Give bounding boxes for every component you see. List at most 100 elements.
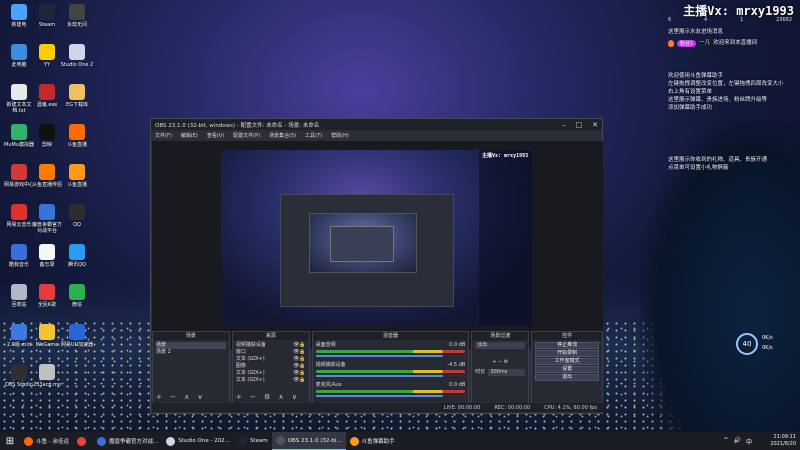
- visibility-lock-icon[interactable]: 👁🔒: [293, 356, 306, 363]
- desktop-icon[interactable]: 斗鱼直播: [60, 124, 94, 148]
- control-button[interactable]: 开始录制: [535, 350, 600, 357]
- visibility-lock-icon[interactable]: 👁🔒: [293, 349, 306, 356]
- chat-line: 右上角有设置菜单: [668, 89, 713, 95]
- taskbar-item[interactable]: OBS 23.1.0 (32-bi...: [271, 432, 346, 450]
- transition-select[interactable]: 淡出: [475, 342, 526, 349]
- source-item[interactable]: 文本 (GDI+) 👁🔒: [236, 356, 306, 363]
- obs-titlebar[interactable]: OBS 23.1.0 (32-bit, windows) - 配置文件: 未命名…: [151, 119, 602, 130]
- desktop-icon-label: 酒鬼.exe: [36, 102, 58, 108]
- desktop-icon[interactable]: 斗鱼直播: [60, 164, 94, 188]
- taskbar-item[interactable]: 斗鱼 - 余佳运: [20, 432, 73, 450]
- obs-menu-item[interactable]: 文件(F): [155, 132, 172, 139]
- chat-entry-message: 粉丝1 一凡 欢迎来到本直播间: [668, 39, 796, 47]
- mixer-channel: 麦克风/Aux 0.0 dB: [315, 382, 466, 397]
- tray-icon[interactable]: ^: [723, 437, 728, 446]
- visibility-lock-icon[interactable]: 👁🔒: [293, 377, 306, 384]
- desktop-icon[interactable]: 233acg.mo: [30, 364, 64, 388]
- taskbar-label: 斗鱼弹幕助手: [361, 439, 395, 445]
- visibility-lock-icon[interactable]: 👁🔒: [293, 342, 306, 349]
- minimize-icon[interactable]: –: [562, 121, 566, 129]
- source-item[interactable]: 图像 👁🔒: [236, 363, 306, 370]
- desktop-icon[interactable]: WeGame: [30, 324, 64, 348]
- obs-menu-item[interactable]: 配置文件(P): [233, 132, 260, 139]
- source-item[interactable]: 文本 (GDI+) 👁🔒: [236, 377, 306, 384]
- desktop-icon[interactable]: Studio One 2: [60, 44, 94, 68]
- app-icon: [11, 284, 27, 300]
- obs-window[interactable]: OBS 23.1.0 (32-bit, windows) - 配置文件: 未命名…: [150, 118, 604, 414]
- desktop-icon-label: 网易UU加速器: [60, 342, 94, 348]
- taskbar-label: Steam: [249, 438, 268, 444]
- desktop-icon-label: 魔兽争霸官方对战平台: [31, 222, 62, 234]
- scenes-list: 场景 场景 2: [153, 340, 229, 358]
- desktop-icon-label: 233acg.mo: [32, 382, 62, 388]
- desktop-icon[interactable]: 酒鬼.exe: [30, 84, 64, 108]
- desktop-icon[interactable]: 微信: [60, 284, 94, 308]
- app-icon: [69, 84, 85, 100]
- control-button[interactable]: 设置: [535, 366, 600, 373]
- app-icon: [96, 436, 106, 446]
- taskbar-label: OBS 23.1.0 (32-bi...: [287, 437, 342, 444]
- maximize-icon[interactable]: □: [576, 121, 583, 129]
- danmaku-panel[interactable]: 这里展示水友进场消息 粉丝1 一凡 欢迎来到本直播间 欢迎使用斗鱼弹幕助手 左键拖拽调整改…: [668, 28, 796, 328]
- upload-speed: 0K/s: [762, 335, 773, 341]
- obs-menu-item[interactable]: 编辑(E): [181, 132, 198, 139]
- windows-start-icon[interactable]: ⊞: [0, 432, 20, 450]
- app-icon: [69, 324, 85, 340]
- taskbar-item[interactable]: 斗鱼弹幕助手: [346, 432, 399, 450]
- desktop-icon[interactable]: 剪映: [30, 124, 64, 148]
- desktop-icon[interactable]: EG下载库: [60, 84, 94, 108]
- obs-menu-item[interactable]: 帮助(H): [331, 132, 349, 139]
- app-icon: [69, 4, 85, 20]
- control-button[interactable]: 退出: [535, 374, 600, 381]
- control-button[interactable]: 停止推流: [535, 342, 600, 349]
- desktop-icon[interactable]: 全民K歌: [30, 284, 64, 308]
- obs-menu-item[interactable]: 查看(V): [207, 132, 224, 139]
- desktop-icon[interactable]: YY: [30, 44, 64, 68]
- obs-preview[interactable]: 主播Vx: mrxy1993: [152, 141, 603, 349]
- obs-menubar: 文件(F) 编辑(E) 查看(V) 配置文件(P) 场景集合(S) 工具(T) 帮助(H): [151, 130, 602, 140]
- desktop-icon-label: Steam: [38, 22, 56, 28]
- taskbar-item[interactable]: Steam: [234, 432, 272, 450]
- taskbar-item[interactable]: Studio One - 202...: [162, 432, 234, 450]
- source-item[interactable]: 窗口 👁🔒: [236, 349, 306, 356]
- visibility-lock-icon[interactable]: 👁🔒: [293, 370, 306, 377]
- app-icon: [11, 4, 27, 20]
- taskbar-label: Studio One - 202...: [178, 438, 230, 444]
- desktop-icon[interactable]: 备忘录: [30, 244, 64, 268]
- scene-item[interactable]: 场景: [156, 342, 226, 349]
- close-icon[interactable]: ✕: [592, 121, 598, 129]
- obs-menu-item[interactable]: 场景集合(S): [269, 132, 296, 139]
- scenes-toolbar[interactable]: + − ∧ ∨: [156, 393, 206, 401]
- desktop-icon[interactable]: 斗鱼直播伴侣: [30, 164, 64, 188]
- transition-toolbar[interactable]: + − ⚙: [475, 359, 525, 366]
- clock[interactable]: 21:09:11 2021/8/20: [770, 434, 796, 448]
- desktop-icon[interactable]: 永劫无间: [60, 4, 94, 28]
- tray-icon[interactable]: 🔊: [734, 437, 741, 446]
- tray-icon[interactable]: 中: [746, 437, 752, 446]
- desktop-icon[interactable]: 网易UU加速器: [60, 324, 94, 348]
- duration-field[interactable]: 300ms: [488, 369, 526, 376]
- channel-name: 视频捕获设备: [315, 362, 346, 368]
- source-item[interactable]: 文本 (GDI+) 👁🔒: [236, 370, 306, 377]
- stat-2: 4: [704, 17, 708, 23]
- desktop-icon[interactable]: 魔兽争霸官方对战平台: [30, 204, 64, 234]
- nested-obs-window: [280, 194, 454, 307]
- source-item[interactable]: 视频捕获设备 👁🔒: [236, 342, 306, 349]
- volume-slider[interactable]: [315, 395, 443, 397]
- scene-item[interactable]: 场景 2: [156, 349, 226, 356]
- taskbar-item[interactable]: [73, 432, 93, 450]
- volume-slider[interactable]: [315, 355, 443, 357]
- app-icon: [24, 436, 33, 446]
- volume-slider[interactable]: [315, 375, 443, 377]
- sources-toolbar[interactable]: + − ⚙ ∧ ∨: [236, 393, 300, 401]
- transitions-header: 场景过渡: [472, 332, 529, 340]
- chat-line: 添加弹幕助手成功: [668, 105, 713, 111]
- visibility-lock-icon[interactable]: 👁🔒: [293, 363, 306, 370]
- desktop-icon[interactable]: Steam: [30, 4, 64, 28]
- taskbar-item[interactable]: 魔兽争霸官方对战...: [93, 432, 162, 450]
- desktop-icon[interactable]: 腾讯QQ: [60, 244, 94, 268]
- app-icon: [39, 124, 55, 140]
- desktop-icon[interactable]: QQ: [60, 204, 94, 228]
- obs-menu-item[interactable]: 工具(T): [305, 132, 322, 139]
- control-button[interactable]: 工作室模式: [535, 358, 600, 365]
